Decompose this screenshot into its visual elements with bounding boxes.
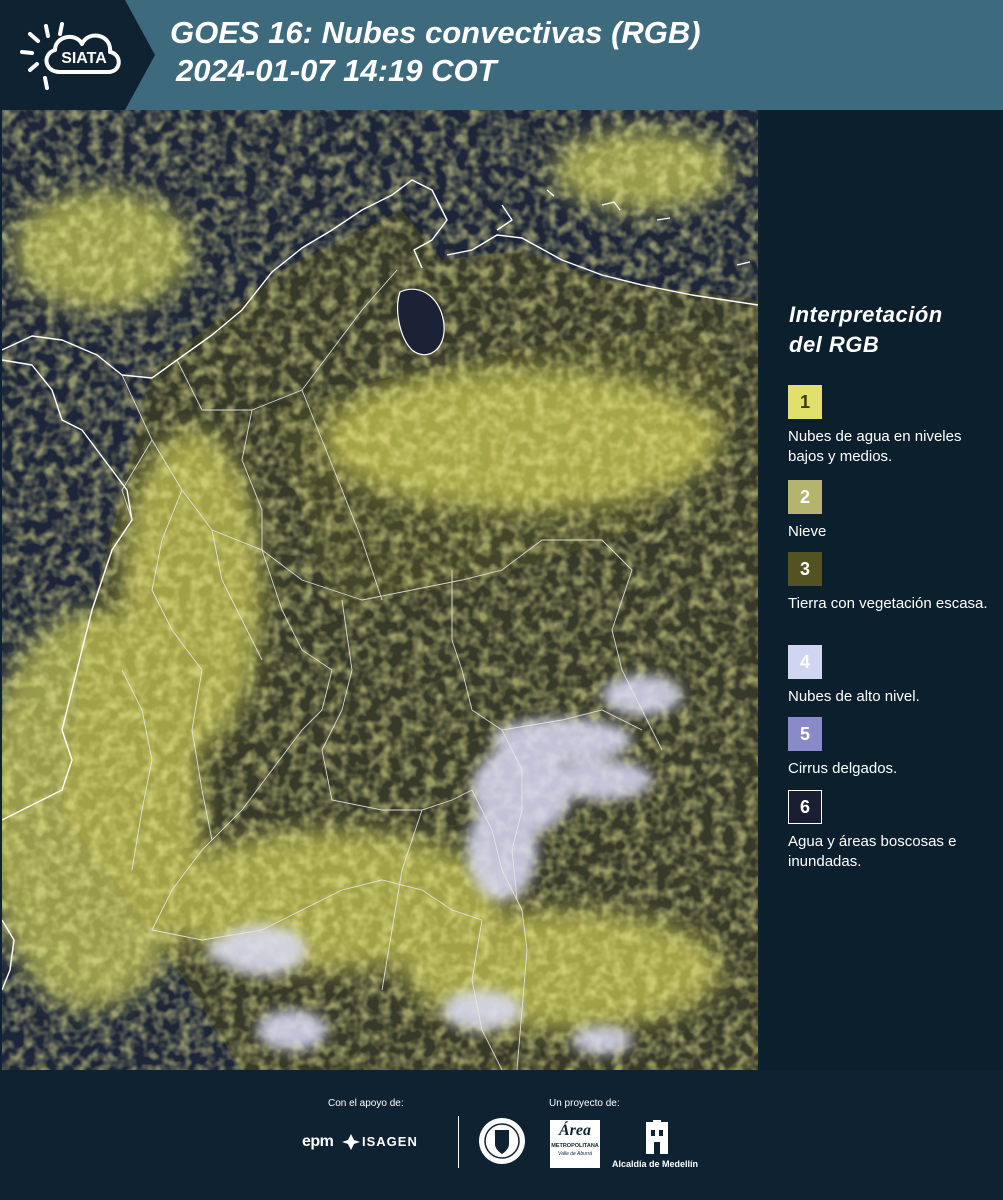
legend-label-6: Agua y áreas boscosas e inundadas. bbox=[788, 833, 957, 870]
legend-item-2: 2 Nieve bbox=[788, 480, 988, 542]
project-label: Un proyecto de: bbox=[549, 1098, 620, 1109]
legend-item-6: 6 Agua y áreas boscosas e inundadas. bbox=[788, 790, 988, 872]
legend-swatch-3: 3 bbox=[788, 552, 822, 586]
legend-swatch-5: 5 bbox=[788, 717, 822, 751]
legend-swatch-1: 1 bbox=[788, 385, 822, 419]
legend-title: Interpretación del RGB bbox=[789, 302, 943, 357]
svg-text:SIATA: SIATA bbox=[61, 50, 107, 67]
title-product: GOES 16: Nubes convectivas (RGB) bbox=[170, 15, 701, 50]
legend-swatch-4: 4 bbox=[788, 645, 822, 679]
legend-item-3: 3 Tierra con vegetación escasa. bbox=[788, 552, 988, 614]
legend-panel: Interpretación del RGB 1 Nubes de agua e… bbox=[760, 110, 1003, 1070]
footer: Con el apoyo de: Un proyecto de: epm ISA… bbox=[0, 1070, 1003, 1200]
legend-label-1: Nubes de agua en niveles bajos y medios. bbox=[788, 428, 962, 465]
legend-swatch-2: 2 bbox=[788, 480, 822, 514]
page-title: GOES 16: Nubes convectivas (RGB) 2024-01… bbox=[170, 14, 701, 90]
isagen-mark-icon bbox=[342, 1134, 360, 1150]
legend-item-1: 1 Nubes de agua en niveles bajos y medio… bbox=[788, 385, 988, 467]
legend-label-2: Nieve bbox=[788, 523, 827, 540]
alcaldia-logo-text: Alcaldía de Medellín bbox=[612, 1159, 699, 1169]
siata-logo: SIATA bbox=[0, 0, 155, 110]
satellite-map bbox=[2, 110, 758, 1070]
legend-item-5: 5 Cirrus delgados. bbox=[788, 717, 988, 779]
legend-label-4: Nubes de alto nivel. bbox=[788, 688, 920, 705]
epm-logo: epm bbox=[302, 1133, 334, 1150]
legend-label-3: Tierra con vegetación escasa. bbox=[788, 595, 988, 612]
footer-separator bbox=[458, 1116, 459, 1168]
header-bar: SIATA GOES 16: Nubes convectivas (RGB) 2… bbox=[0, 0, 1003, 110]
legend-swatch-6: 6 bbox=[788, 790, 822, 824]
title-datetime: 2024-01-07 14:19 COT bbox=[176, 53, 497, 88]
medellin-seal-icon bbox=[479, 1118, 525, 1164]
support-label: Con el apoyo de: bbox=[328, 1098, 404, 1109]
legend-item-4: 4 Nubes de alto nivel. bbox=[788, 645, 988, 707]
area-metropolitana-logo: Área METROPOLITANA Valle de Aburrá bbox=[550, 1120, 600, 1168]
legend-label-5: Cirrus delgados. bbox=[788, 760, 898, 777]
alcaldia-building-icon bbox=[646, 1120, 668, 1154]
isagen-logo: ISAGEN bbox=[362, 1134, 418, 1149]
